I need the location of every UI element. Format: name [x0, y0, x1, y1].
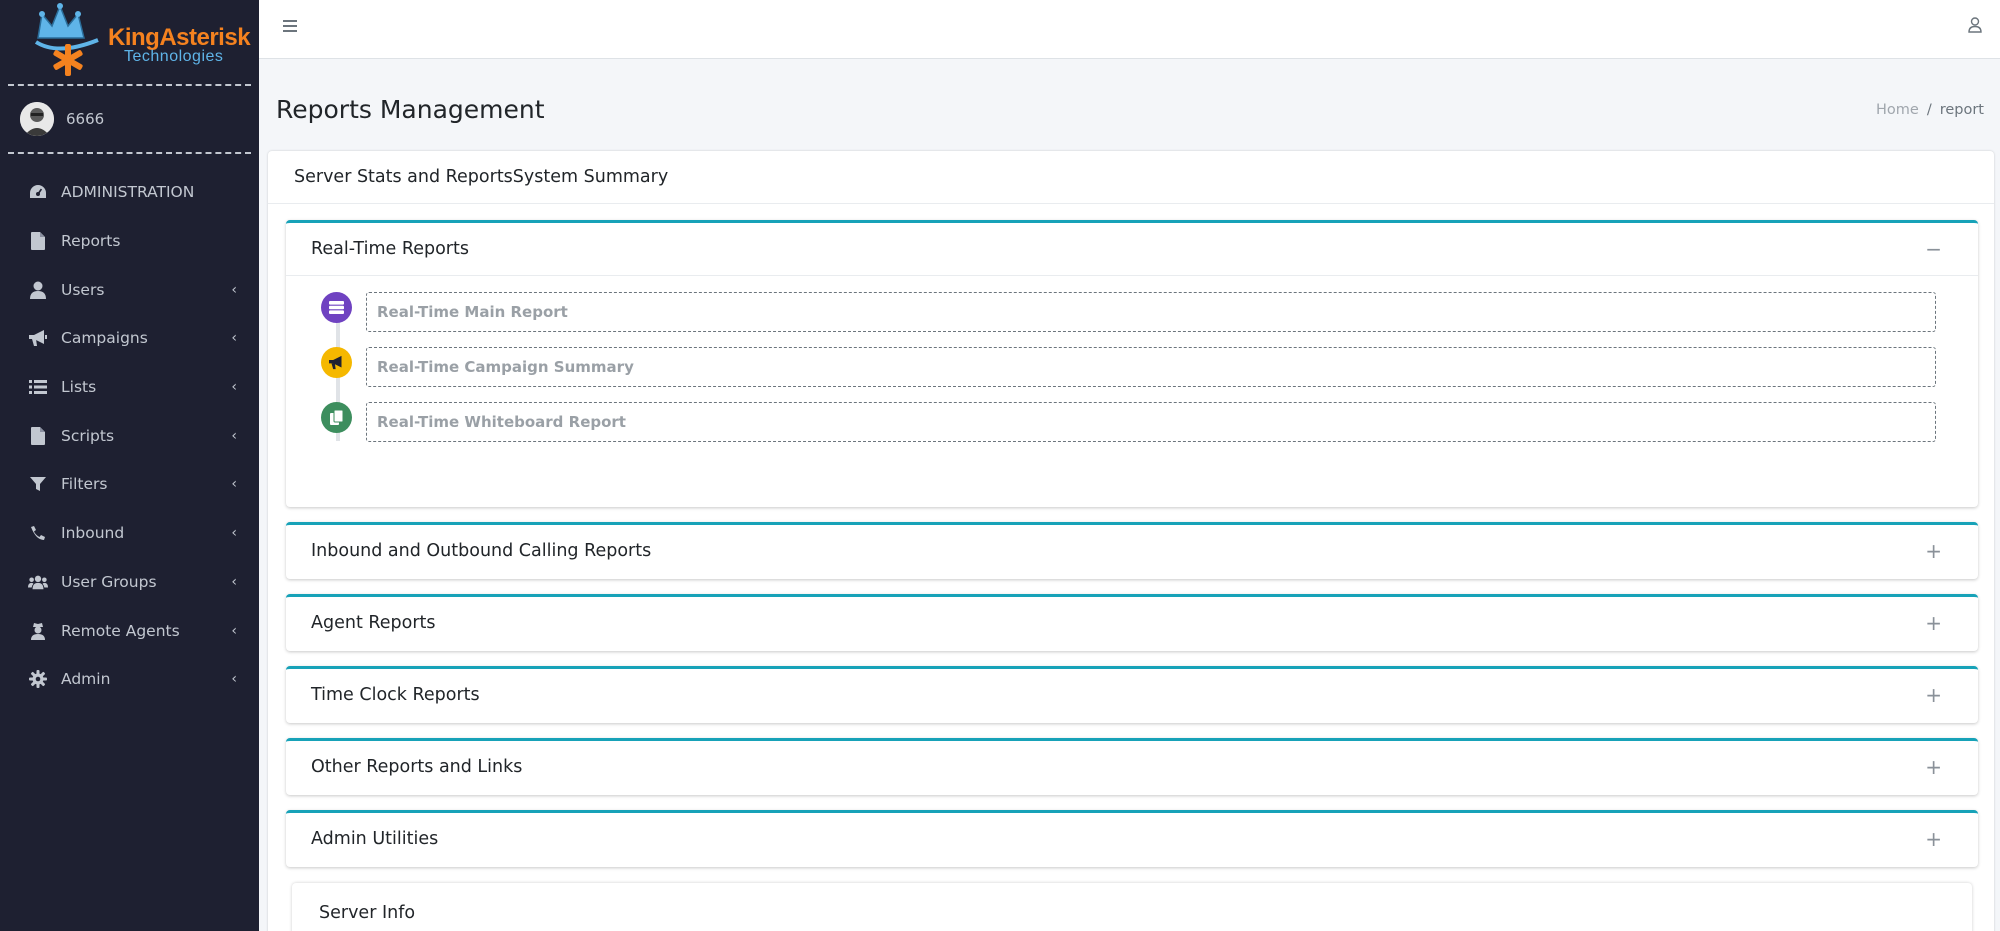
sidebar-item-scripts[interactable]: Scripts ‹	[0, 411, 259, 460]
tachometer-icon	[28, 182, 48, 202]
sidebar-item-label: Reports	[61, 232, 121, 251]
section-title: Time Clock Reports	[311, 685, 480, 705]
server-info-title: Server Info	[319, 903, 416, 923]
file-icon	[28, 231, 48, 251]
section-time-clock-reports: Time Clock Reports +	[286, 666, 1978, 723]
expand-icon[interactable]: +	[1925, 539, 1942, 563]
chevron-left-icon: ‹	[231, 427, 237, 444]
hamburger-menu-icon[interactable]	[283, 17, 297, 38]
top-navbar	[259, 0, 2000, 59]
user-secret-icon	[28, 621, 48, 641]
timeline-item: Real-Time Whiteboard Report	[321, 402, 1971, 442]
expand-icon[interactable]: +	[1925, 611, 1942, 635]
sidebar-nav: ADMINISTRATION Reports Users ‹ Campaigns…	[0, 168, 259, 704]
section-title: Admin Utilities	[311, 829, 439, 849]
sidebar-item-label: Users	[61, 280, 105, 299]
breadcrumb: Home / report	[1876, 102, 1984, 118]
section-header[interactable]: Real-Time Reports −	[286, 223, 1978, 275]
section-header[interactable]: Admin Utilities +	[286, 813, 1978, 865]
sidebar-item-users[interactable]: Users ‹	[0, 265, 259, 314]
section-header[interactable]: Inbound and Outbound Calling Reports +	[286, 525, 1978, 577]
sidebar-item-label: Remote Agents	[61, 621, 180, 640]
phone-icon	[28, 523, 48, 543]
section-inbound-outbound-reports: Inbound and Outbound Calling Reports +	[286, 522, 1978, 579]
brand-logo[interactable]: KingAsterisk Technologies	[28, 2, 251, 82]
bullhorn-icon	[28, 328, 48, 348]
sidebar-item-label: Campaigns	[61, 329, 148, 348]
sidebar-item-remote-agents[interactable]: Remote Agents ‹	[0, 606, 259, 655]
real-time-whiteboard-report-link[interactable]: Real-Time Whiteboard Report	[366, 402, 1936, 442]
avatar-image	[20, 102, 54, 136]
section-real-time-reports: Real-Time Reports − Real-Time Main Repor…	[286, 220, 1978, 507]
sidebar-item-reports[interactable]: Reports	[0, 217, 259, 266]
section-header[interactable]: Time Clock Reports +	[286, 669, 1978, 721]
brand[interactable]: KingAsterisk Technologies	[8, 0, 251, 86]
user-panel[interactable]: 6666	[8, 86, 251, 154]
section-other-reports: Other Reports and Links +	[286, 738, 1978, 795]
reports-card-title: Server Stats and ReportsSystem Summary	[268, 151, 1994, 204]
section-title: Other Reports and Links	[311, 757, 523, 777]
server-icon	[321, 292, 352, 323]
sidebar-item-filters[interactable]: Filters ‹	[0, 460, 259, 509]
page-title: Reports Management	[276, 95, 545, 124]
crown-asterisk-icon	[34, 3, 99, 76]
sidebar-item-campaigns[interactable]: Campaigns ‹	[0, 314, 259, 363]
expand-icon[interactable]: +	[1925, 827, 1942, 851]
real-time-main-report-link[interactable]: Real-Time Main Report	[366, 292, 1936, 332]
chevron-left-icon: ‹	[231, 525, 237, 542]
section-title: Inbound and Outbound Calling Reports	[311, 541, 652, 561]
chevron-left-icon: ‹	[231, 671, 237, 688]
sidebar-item-label: Filters	[61, 475, 108, 494]
users-icon	[28, 572, 48, 592]
section-agent-reports: Agent Reports +	[286, 594, 1978, 651]
avatar[interactable]	[20, 102, 54, 136]
sidebar-item-label: Admin	[61, 670, 111, 689]
bullhorn-icon	[321, 347, 352, 378]
expand-icon[interactable]: +	[1925, 683, 1942, 707]
expand-icon[interactable]: +	[1925, 755, 1942, 779]
gear-icon	[28, 669, 48, 689]
section-admin-utilities: Admin Utilities +	[286, 810, 1978, 867]
chevron-left-icon: ‹	[231, 622, 237, 639]
timeline-item: Real-Time Campaign Summary	[321, 347, 1971, 387]
real-time-campaign-summary-link[interactable]: Real-Time Campaign Summary	[366, 347, 1936, 387]
timeline-item: Real-Time Main Report	[321, 292, 1971, 332]
section-title: Real-Time Reports	[311, 239, 469, 259]
sidebar-item-label: Scripts	[61, 426, 115, 445]
user-name[interactable]: 6666	[66, 110, 104, 128]
user-icon	[28, 280, 48, 300]
chevron-left-icon: ‹	[231, 281, 237, 298]
sidebar-item-label: Lists	[61, 378, 97, 397]
server-info-card: Server Info	[292, 883, 1972, 931]
breadcrumb-home-link[interactable]: Home	[1876, 102, 1919, 118]
chevron-left-icon: ‹	[231, 476, 237, 493]
chevron-left-icon: ‹	[231, 379, 237, 396]
section-header[interactable]: Other Reports and Links +	[286, 741, 1978, 793]
breadcrumb-separator: /	[1926, 102, 1932, 118]
chevron-left-icon: ‹	[231, 573, 237, 590]
breadcrumb-current: report	[1939, 102, 1984, 118]
sidebar-item-label: User Groups	[61, 572, 157, 591]
sidebar-item-user-groups[interactable]: User Groups ‹	[0, 558, 259, 607]
sidebar-item-label: Inbound	[61, 524, 125, 543]
chevron-left-icon: ‹	[231, 330, 237, 347]
user-menu-icon[interactable]	[1968, 17, 1982, 37]
collapse-icon[interactable]: −	[1925, 237, 1942, 261]
sidebar-item-label: ADMINISTRATION	[61, 183, 195, 202]
section-title: Agent Reports	[311, 613, 436, 633]
sidebar: KingAsterisk Technologies 6666 ADMINISTR…	[0, 0, 259, 931]
filter-icon	[28, 474, 48, 494]
section-body: Real-Time Main Report Real-Time Campaign…	[286, 275, 1978, 504]
file-icon	[28, 426, 48, 446]
sidebar-item-lists[interactable]: Lists ‹	[0, 363, 259, 412]
section-header[interactable]: Agent Reports +	[286, 597, 1978, 649]
sidebar-item-inbound[interactable]: Inbound ‹	[0, 509, 259, 558]
sidebar-item-admin[interactable]: Admin ‹	[0, 655, 259, 704]
brand-subtitle: Technologies	[124, 48, 224, 65]
list-icon	[28, 377, 48, 397]
copy-icon	[321, 402, 352, 433]
sidebar-item-administration[interactable]: ADMINISTRATION	[0, 168, 259, 217]
